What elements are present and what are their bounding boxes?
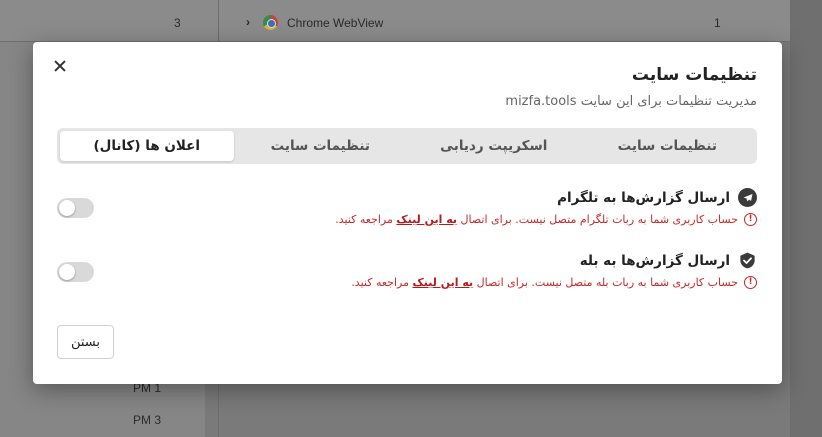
telegram-setting: ارسال گزارش‌ها به تلگرام ! حساب کاربری ش… — [57, 188, 757, 226]
tab-notifications-channel[interactable]: اعلان ها (کانال) — [60, 131, 234, 161]
bale-error-text: حساب کاربری شما به ربات بله متصل نیست. ب… — [473, 276, 738, 289]
bale-setting: ارسال گزارش‌ها به بله ! حساب کاربری شما … — [57, 251, 757, 289]
bale-error-message: ! حساب کاربری شما به ربات بله متصل نیست.… — [57, 276, 757, 289]
bale-toggle[interactable] — [57, 262, 94, 282]
site-settings-dialog: تنظیمات سایت مدیریت تنظیمات برای این سای… — [33, 42, 782, 384]
bale-connect-link[interactable]: به این لینک — [412, 276, 473, 289]
bale-error-text-end: مراجعه کنید. — [351, 276, 413, 289]
close-button[interactable]: بستن — [57, 325, 114, 359]
telegram-error-message: ! حساب کاربری شما به ربات تلگرام متصل نی… — [57, 213, 757, 226]
settings-tabs: تنظیمات سایت اسکریپت ردیابی تنظیمات سایت… — [57, 128, 757, 164]
chevron-right-icon: › — [246, 15, 250, 29]
close-icon[interactable] — [50, 56, 70, 76]
background-time-2: PM 3 — [133, 413, 162, 427]
background-app-label: Chrome WebView — [287, 16, 384, 30]
tab-site-settings-2[interactable]: تنظیمات سایت — [234, 131, 408, 161]
error-icon: ! — [744, 276, 757, 289]
bale-setting-title: ارسال گزارش‌ها به بله — [579, 252, 730, 269]
background-top-row — [0, 0, 822, 42]
telegram-setting-title: ارسال گزارش‌ها به تلگرام — [557, 189, 730, 206]
background-right-column — [790, 0, 822, 437]
bale-icon — [738, 251, 757, 270]
background-app-count: 1 — [714, 16, 721, 30]
background-count: 3 — [174, 16, 181, 30]
error-icon: ! — [744, 213, 757, 226]
telegram-error-text: حساب کاربری شما به ربات تلگرام متصل نیست… — [457, 213, 739, 226]
telegram-toggle[interactable] — [57, 198, 94, 218]
telegram-error-text-end: مراجعه کنید. — [335, 213, 397, 226]
telegram-connect-link[interactable]: به این لینک — [396, 213, 457, 226]
telegram-icon — [738, 188, 757, 207]
chrome-icon — [263, 15, 278, 30]
dialog-subtitle: مدیریت تنظیمات برای این سایت mizfa.tools — [505, 94, 757, 109]
tab-site-settings[interactable]: تنظیمات سایت — [581, 131, 755, 161]
tab-tracking-script[interactable]: اسکریپت ردیابی — [407, 131, 581, 161]
dialog-title: تنظیمات سایت — [631, 65, 757, 85]
